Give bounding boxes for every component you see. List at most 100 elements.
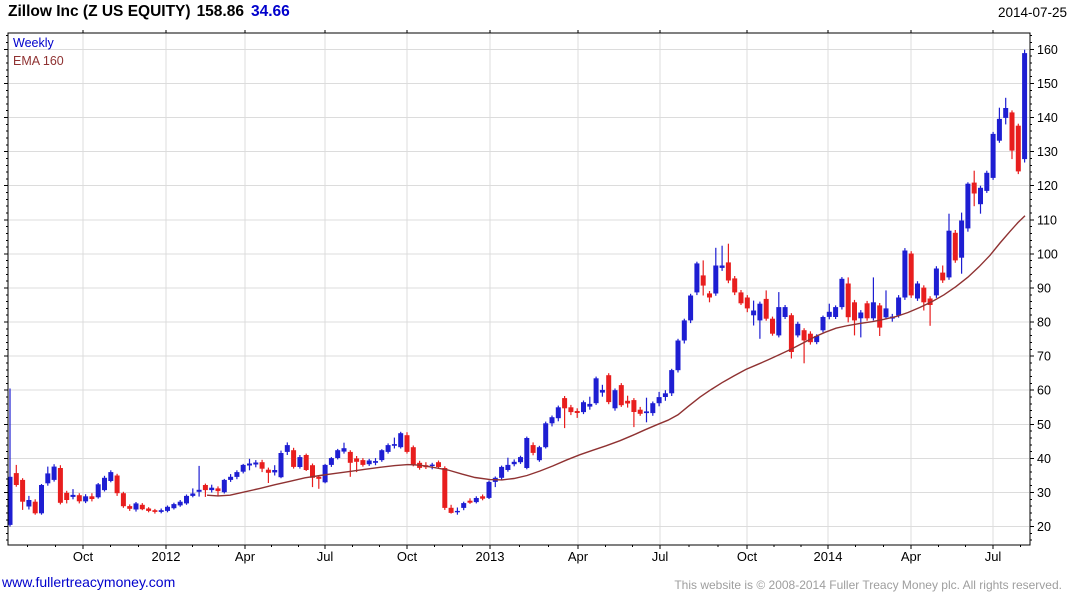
change-value: 34.66 <box>250 3 290 20</box>
candle-body <box>133 503 139 510</box>
candle-body <box>202 485 208 491</box>
candle-body <box>732 278 738 293</box>
x-tick-label: Oct <box>397 549 418 564</box>
candle-body <box>404 435 410 452</box>
candle-body <box>354 458 360 462</box>
y-tick-label: 120 <box>1037 179 1058 193</box>
candle-body <box>549 417 555 424</box>
candle-body <box>221 479 227 493</box>
candle-body <box>883 308 889 318</box>
candle-body <box>373 461 378 463</box>
candle-body <box>744 297 750 309</box>
timeframe-label: Weekly <box>13 36 54 50</box>
candle-body <box>51 466 57 480</box>
candle-body <box>581 402 586 413</box>
gridlines <box>9 34 1029 544</box>
candle-body <box>215 488 221 492</box>
candle-body <box>442 468 448 508</box>
candle-body <box>858 312 864 319</box>
candle-body <box>946 230 952 278</box>
candle-body <box>398 433 404 448</box>
candle-body <box>297 457 303 467</box>
candle-body <box>1009 112 1015 151</box>
candle-body <box>1022 53 1028 160</box>
candle-body <box>820 317 826 331</box>
candle-body <box>480 496 486 499</box>
candle-body <box>959 220 965 258</box>
candle-body <box>26 500 32 507</box>
candle-body <box>360 460 366 465</box>
candle-body <box>366 460 372 465</box>
y-tick-label: 110 <box>1037 213 1057 227</box>
candle-body <box>669 370 675 394</box>
candle-body <box>265 469 271 473</box>
copyright-text: This website is © 2008-2014 Fuller Treac… <box>674 578 1062 592</box>
x-tick-label: Oct <box>737 549 758 564</box>
y-tick-label: 80 <box>1037 316 1051 330</box>
candle-body <box>801 330 807 341</box>
candle-body <box>921 287 927 303</box>
candle-body <box>650 403 656 414</box>
candle-body <box>593 378 599 404</box>
candle-body <box>57 468 63 503</box>
candle-body <box>656 397 662 404</box>
candle-body <box>127 506 133 509</box>
candle-body <box>568 407 574 413</box>
candle-body <box>95 484 101 498</box>
candle-body <box>751 310 757 316</box>
candle-body <box>971 182 977 194</box>
x-tick-label: Apr <box>235 549 256 564</box>
candle-body <box>996 118 1002 141</box>
candle-body <box>637 409 643 414</box>
y-tick-label: 160 <box>1037 43 1058 57</box>
candle-body <box>965 183 971 229</box>
candle-body <box>978 187 983 205</box>
candle-body <box>700 275 706 286</box>
candle-body <box>644 411 649 414</box>
candle-body <box>146 508 152 511</box>
candle-body <box>32 501 38 514</box>
ema-label: EMA 160 <box>13 54 64 68</box>
candle-body <box>738 292 744 304</box>
candle-body <box>688 295 694 321</box>
y-tick-label: 30 <box>1037 486 1051 500</box>
candle-body <box>278 453 284 478</box>
candle-body <box>599 389 605 393</box>
candle-body <box>322 464 328 483</box>
candle-body <box>247 463 252 466</box>
y-tick-label: 100 <box>1037 247 1058 261</box>
candle-body <box>694 263 700 293</box>
candle-body <box>45 473 51 484</box>
candle-body <box>39 485 44 514</box>
candle-body <box>499 466 505 478</box>
x-tick-label: 2013 <box>476 549 505 564</box>
candle-body <box>511 461 517 465</box>
candle-body <box>845 283 851 318</box>
candle-body <box>852 302 857 321</box>
candle-body <box>461 503 467 508</box>
last-price: 158.86 <box>196 3 244 20</box>
candle-body <box>518 457 523 463</box>
candle-body <box>940 272 946 281</box>
candle-body <box>316 476 322 479</box>
candle-body <box>864 303 870 319</box>
website-link[interactable]: www.fullertreacymoney.com <box>2 574 175 590</box>
candle-body <box>13 473 19 485</box>
candle-body <box>391 444 397 446</box>
candle-body <box>190 493 196 496</box>
candle-body <box>788 315 794 352</box>
candle-body <box>915 283 920 299</box>
candle-body <box>291 450 297 467</box>
candle-body <box>303 455 309 470</box>
candle-body <box>990 133 996 178</box>
candle-body <box>20 479 26 502</box>
axis-ticks <box>4 30 1034 549</box>
candle-body <box>833 307 839 317</box>
page-title: Zillow Inc (Z US EQUITY) <box>8 3 191 20</box>
candle-body <box>631 400 637 412</box>
candle-body <box>114 475 120 494</box>
candle-body <box>776 307 782 336</box>
plot-frame <box>7 32 1031 546</box>
candle-body <box>757 303 763 321</box>
x-tick-label: 2014 <box>814 549 843 564</box>
